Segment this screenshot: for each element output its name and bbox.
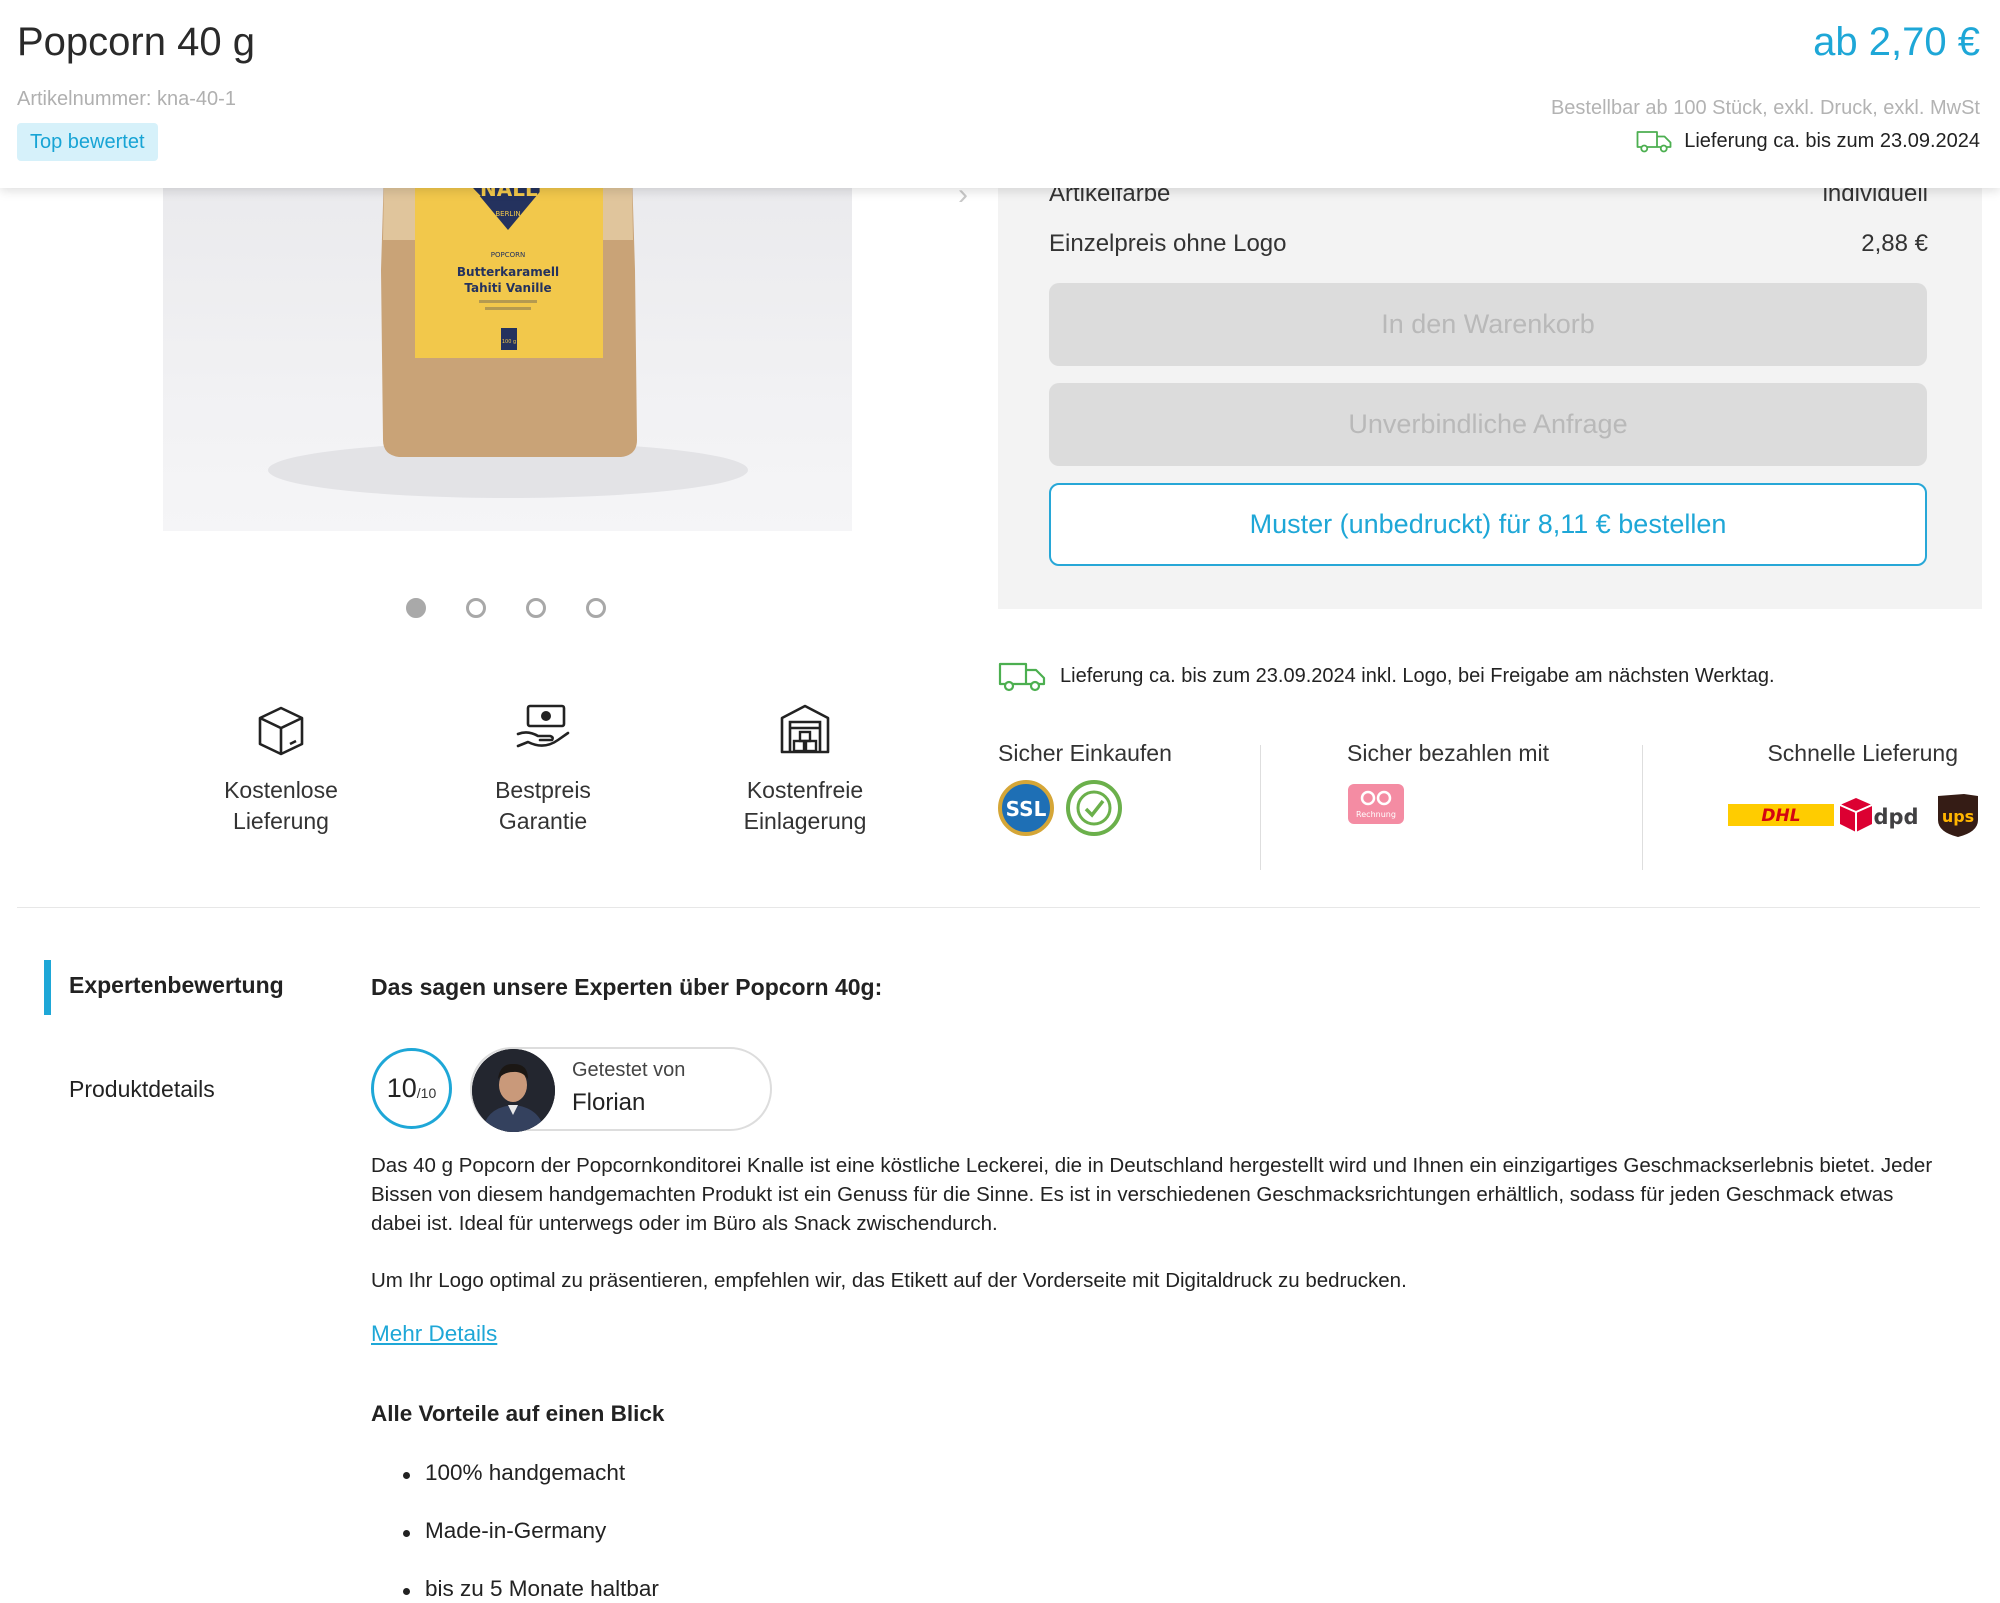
gallery-dot[interactable] [406,598,426,618]
header-delivery: Lieferung ca. bis zum 23.09.2024 [1636,128,1980,154]
unit-price-row: Einzelpreis ohne Logo 2,88 € [1049,230,1928,258]
trust-shop: Sicher Einkaufen SSL [998,740,1238,870]
delivery-truck-icon [998,662,1046,692]
feature-storage: Kostenfreie Einlagerung [674,700,936,837]
trust-shipping: Schnelle Lieferung DHL dpd ups [1728,740,1978,870]
feature-label: Kostenlose Lieferung [224,777,338,834]
svg-text:Tahiti Vanille: Tahiti Vanille [464,281,551,295]
tester-photo [472,1049,555,1132]
more-details-link[interactable]: Mehr Details [371,1321,497,1347]
top-rated-badge: Top bewertet [17,123,158,161]
warehouse-icon [780,704,830,754]
tab-product-details[interactable]: Produktdetails [69,1076,215,1103]
product-price: ab 2,70 € [1813,20,1980,64]
svg-text:100 g: 100 g [502,339,516,345]
gallery-dots [406,598,606,618]
trust-divider [1642,745,1643,870]
tested-by-label: Getestet von [572,1059,686,1081]
svg-text:Butterkaramell: Butterkaramell [457,265,559,279]
svg-text:ups: ups [1942,807,1974,826]
svg-text:DHL: DHL [1761,806,1800,826]
trust-shop-title: Sicher Einkaufen [998,740,1172,766]
tab-expert-review[interactable]: Expertenbewertung [69,972,284,999]
section-divider [17,907,1980,908]
header-delivery-text: Lieferung ca. bis zum 23.09.2024 [1684,129,1980,152]
trust-payment-title: Sicher bezahlen mit [1347,740,1549,766]
svg-text:dpd: dpd [1873,805,1918,829]
svg-text:SSL: SSL [1006,797,1047,821]
delivery-note-text: Lieferung ca. bis zum 23.09.2024 inkl. L… [1060,664,1775,687]
unit-price-label: Einzelpreis ohne Logo [1049,230,1287,257]
unit-price-value: 2,88 € [1861,230,1928,257]
trust-shipping-title: Schnelle Lieferung [1767,740,1958,766]
gallery-dot[interactable] [466,598,486,618]
product-photo: KNALLE BERLIN POPCORN Butterkaramell Tah… [268,150,748,498]
active-tab-indicator [44,960,51,1015]
tester-card: Getestet von Florian [470,1047,772,1132]
box-icon [258,706,304,756]
benefits-list: 100% handgemacht Made-in-Germany bis zu … [371,1460,659,1603]
delivery-note: Lieferung ca. bis zum 23.09.2024 inkl. L… [998,660,1775,692]
list-item: bis zu 5 Monate haltbar [371,1576,659,1603]
dpd-logo: dpd [1839,798,1919,832]
feature-free-delivery: Kostenlose Lieferung [150,700,412,837]
dhl-logo: DHL [1728,804,1834,826]
list-item: 100% handgemacht [371,1460,659,1518]
description-paragraph: Das 40 g Popcorn der Popcornkonditorei K… [371,1154,1933,1235]
delivery-truck-icon [1636,131,1672,153]
minimum-order-note: Bestellbar ab 100 Stück, exkl. Druck, ex… [1550,97,1980,119]
trust-badges: Sicher Einkaufen SSL Sicher bezahlen mit… [998,740,1978,870]
product-description: Das 40 g Popcorn der Popcornkonditorei K… [371,1151,1941,1295]
ups-logo: ups [1938,794,1978,837]
sticky-product-header: Popcorn 40 g Artikelnummer: kna-40-1 Top… [0,0,2000,188]
gallery-dot[interactable] [586,598,606,618]
trust-payment: Sicher bezahlen mit Rechnung [1347,740,1587,870]
review-heading: Das sagen unsere Experten über Popcorn 4… [371,974,883,1000]
list-item: Made-in-Germany [371,1518,659,1576]
score-value: 10 [386,1073,417,1103]
order-sample-button[interactable]: Muster (unbedruckt) für 8,11 € bestellen [1049,483,1927,566]
svg-text:Rechnung: Rechnung [1356,810,1396,819]
description-paragraph: Um Ihr Logo optimal zu präsentieren, emp… [371,1269,1407,1292]
shipping-carriers: DHL dpd ups [1728,794,1978,837]
feature-label: Bestpreis Garantie [495,777,591,834]
trust-divider [1260,745,1261,870]
feature-list: Kostenlose Lieferung Bestpreis Garantie … [150,700,940,837]
gallery-dot[interactable] [526,598,546,618]
product-title: Popcorn 40 g [17,20,255,64]
avatar [472,1049,555,1132]
score-max: /10 [416,1084,437,1101]
benefits-heading: Alle Vorteile auf einen Blick [371,1401,665,1426]
inquiry-button[interactable]: Unverbindliche Anfrage [1049,383,1927,466]
feature-best-price: Bestpreis Garantie [412,700,674,837]
svg-text:BERLIN: BERLIN [495,210,520,218]
money-hand-icon [516,704,570,748]
purchase-panel: Artikelfarbe individuell Einzelpreis ohn… [998,150,1982,609]
tester-name: Florian [572,1089,646,1116]
expert-score: 10 /10 [371,1048,452,1129]
ssl-seal-icon: SSL [998,780,1122,836]
article-number: Artikelnummer: kna-40-1 [17,88,236,110]
invoice-payment-icon: Rechnung [1348,784,1404,824]
product-image[interactable]: KNALLE BERLIN POPCORN Butterkaramell Tah… [163,150,852,531]
svg-text:POPCORN: POPCORN [491,251,525,259]
feature-label: Kostenfreie Einlagerung [743,777,867,834]
add-to-cart-button[interactable]: In den Warenkorb [1049,283,1927,366]
